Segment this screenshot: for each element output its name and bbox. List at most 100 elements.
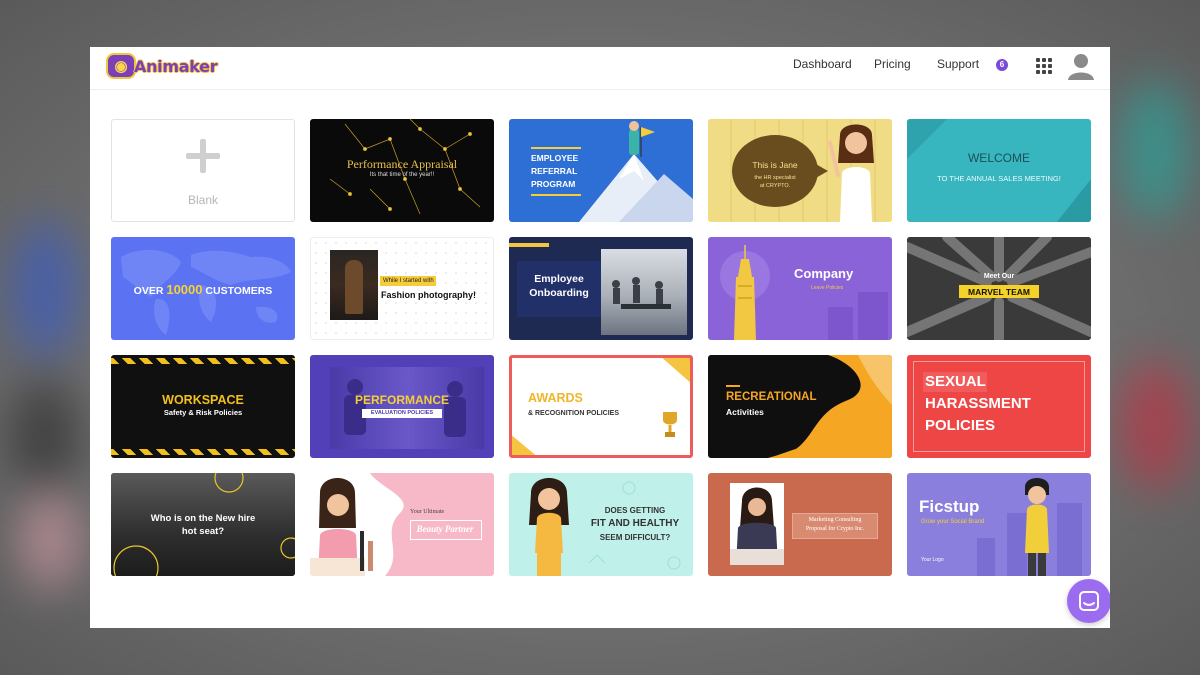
template-employee-referral[interactable]: EMPLOYEE REFERRAL PROGRAM — [509, 119, 693, 222]
template-title: Company — [794, 266, 854, 281]
character-jane-illustration — [828, 124, 874, 222]
template-subtitle: Your Ultimate — [410, 509, 445, 515]
template-new-hire[interactable]: Who is on the New hire hot seat? — [111, 473, 295, 576]
template-title: RECREATIONAL — [726, 391, 817, 403]
template-subtitle: Meet Our — [983, 273, 1015, 280]
template-title-line: Onboarding — [529, 287, 589, 299]
background-blob — [10, 220, 80, 360]
template-workspace[interactable]: WORKSPACE Safety & Risk Policies — [111, 355, 295, 458]
plus-icon-vertical — [200, 139, 206, 173]
user-avatar-icon[interactable] — [1066, 51, 1096, 81]
office-people-graphic — [612, 277, 671, 309]
template-title-line: DOES GETTING — [604, 506, 666, 515]
template-title-line: EMPLOYEE — [531, 153, 579, 163]
accent-stripe — [509, 243, 549, 247]
corner-stripes — [512, 358, 690, 455]
nav-dashboard[interactable]: Dashboard — [793, 57, 852, 71]
template-title: EMPLOYEE REFERRAL PROGRAM — [531, 147, 581, 196]
nav-pricing[interactable]: Pricing — [874, 57, 911, 71]
template-title: Fashion photography! — [381, 290, 476, 300]
template-hr-specialist[interactable]: This is Jane the HR specialist at CRYPTO… — [708, 119, 892, 222]
template-subtitle: & RECOGNITION POLICIES — [528, 410, 620, 417]
template-marvel-team[interactable]: Meet Our MARVEL TEAM — [907, 237, 1091, 340]
template-subtitle: Its that time of the year!! — [369, 172, 435, 178]
template-subtitle: TO THE ANNUAL SALES MEETING! — [937, 174, 1061, 183]
template-title-line: FIT AND HEALTHY — [590, 518, 680, 529]
mountain-illustration — [579, 121, 693, 222]
template-onboarding[interactable]: Employee Onboarding — [509, 237, 693, 340]
template-subtitle: While I started with — [383, 278, 434, 284]
chat-support-button[interactable] — [1067, 579, 1110, 623]
hazard-stripe-bottom — [111, 449, 295, 455]
template-subtitle: Safety & Risk Policies — [163, 408, 243, 417]
template-title: MARVEL TEAM — [967, 287, 1031, 297]
template-title: OVER 10000 CUSTOMERS — [111, 282, 295, 297]
app-window: ◉ Animaker Dashboard Pricing Support 6 B… — [90, 47, 1110, 628]
background-shapes — [907, 119, 1091, 222]
background-blob — [1120, 360, 1190, 490]
template-harassment[interactable]: SEXUAL HARASSMENT POLICIES — [907, 355, 1091, 458]
template-title: AWARDS — [528, 391, 583, 405]
template-company[interactable]: Company Leave Policies — [708, 237, 892, 340]
template-title-line: Who is on the New hire — [150, 513, 256, 524]
template-footer: Your Logo — [921, 557, 944, 563]
background-blob — [1120, 80, 1190, 220]
accent-bar — [726, 385, 740, 387]
background-blob — [10, 380, 80, 490]
blank-template-card[interactable]: Blank — [111, 119, 295, 222]
skyscraper-illustration — [734, 245, 888, 340]
template-title: WORKSPACE — [162, 393, 244, 407]
template-title: This is Jane — [752, 160, 798, 170]
decorative-circles — [113, 473, 295, 576]
apps-grid-icon[interactable] — [1036, 58, 1052, 74]
notification-badge[interactable]: 6 — [996, 59, 1008, 71]
template-title-line: PROGRAM — [531, 179, 576, 189]
speech-bubble — [732, 135, 818, 207]
template-performance-evaluation[interactable]: PERFORMANCE EVALUATION POLICIES — [310, 355, 494, 458]
template-welcome[interactable]: WELCOME TO THE ANNUAL SALES MEETING! — [907, 119, 1091, 222]
template-title: PERFORMANCE — [354, 393, 449, 407]
template-subtitle: at CRYPTO. — [759, 183, 791, 189]
template-awards[interactable]: AWARDS & RECOGNITION POLICIES — [509, 355, 693, 458]
template-title-line: Proposal for Crypto Inc. — [805, 526, 865, 532]
businesswoman-graphic — [730, 487, 784, 565]
template-ficstup[interactable]: Ficstup Grow your Social Brand Your Logo — [907, 473, 1091, 576]
template-title-line: Employee — [534, 273, 584, 285]
fashion-figure — [345, 260, 363, 314]
template-title-line: Marketing Consulting — [808, 517, 862, 523]
template-fashion[interactable]: While I started with Fashion photography… — [310, 237, 494, 340]
template-title: Ficstup — [919, 497, 980, 516]
title-prefix: OVER — [133, 285, 167, 297]
template-fit-healthy[interactable]: DOES GETTING FIT AND HEALTHY SEEM DIFFIC… — [509, 473, 693, 576]
animaker-logo-icon: ◉ — [106, 53, 136, 79]
template-subtitle: the HR specialist — [754, 175, 796, 181]
template-customers[interactable]: OVER 10000 CUSTOMERS — [111, 237, 295, 340]
brand-name: Animaker — [134, 56, 218, 76]
template-title-line: HARASSMENT — [925, 395, 1031, 412]
hazard-stripe-top — [111, 358, 295, 364]
template-title-line: REFERRAL — [531, 166, 578, 176]
template-title-line: SEEM DIFFICULT? — [599, 533, 671, 542]
top-bar: ◉ Animaker Dashboard Pricing Support 6 — [90, 47, 1110, 90]
template-title-line: hot seat? — [181, 526, 225, 537]
template-marketing-proposal[interactable]: Marketing Consulting Proposal for Crypto… — [708, 473, 892, 576]
template-subtitle: EVALUATION POLICIES — [370, 410, 434, 416]
template-title-line: SEXUAL — [925, 373, 986, 390]
template-beauty[interactable]: Your Ultimate Beauty Partner — [310, 473, 494, 576]
customers-number: 10000 — [166, 282, 203, 297]
template-performance-appraisal[interactable]: Performance Appraisal Its that time of t… — [310, 119, 494, 222]
template-subtitle: Leave Policies — [811, 285, 844, 291]
brand-logo[interactable]: ◉ Animaker — [106, 52, 218, 80]
blank-label: Blank — [187, 193, 219, 207]
template-title: Performance Appraisal — [346, 157, 458, 171]
template-title: Beauty Partner — [416, 524, 474, 534]
trophy-icon — [663, 412, 677, 437]
nav-support[interactable]: Support — [937, 57, 979, 71]
template-subtitle: Grow your Social Brand — [921, 519, 985, 525]
chat-support-icon — [1079, 591, 1099, 611]
template-title-line: POLICIES — [925, 417, 996, 434]
template-recreational[interactable]: RECREATIONAL Activities — [708, 355, 892, 458]
meeting-people-graphic — [344, 379, 466, 437]
background-blob — [20, 490, 80, 590]
template-subtitle: Activities — [726, 407, 764, 417]
